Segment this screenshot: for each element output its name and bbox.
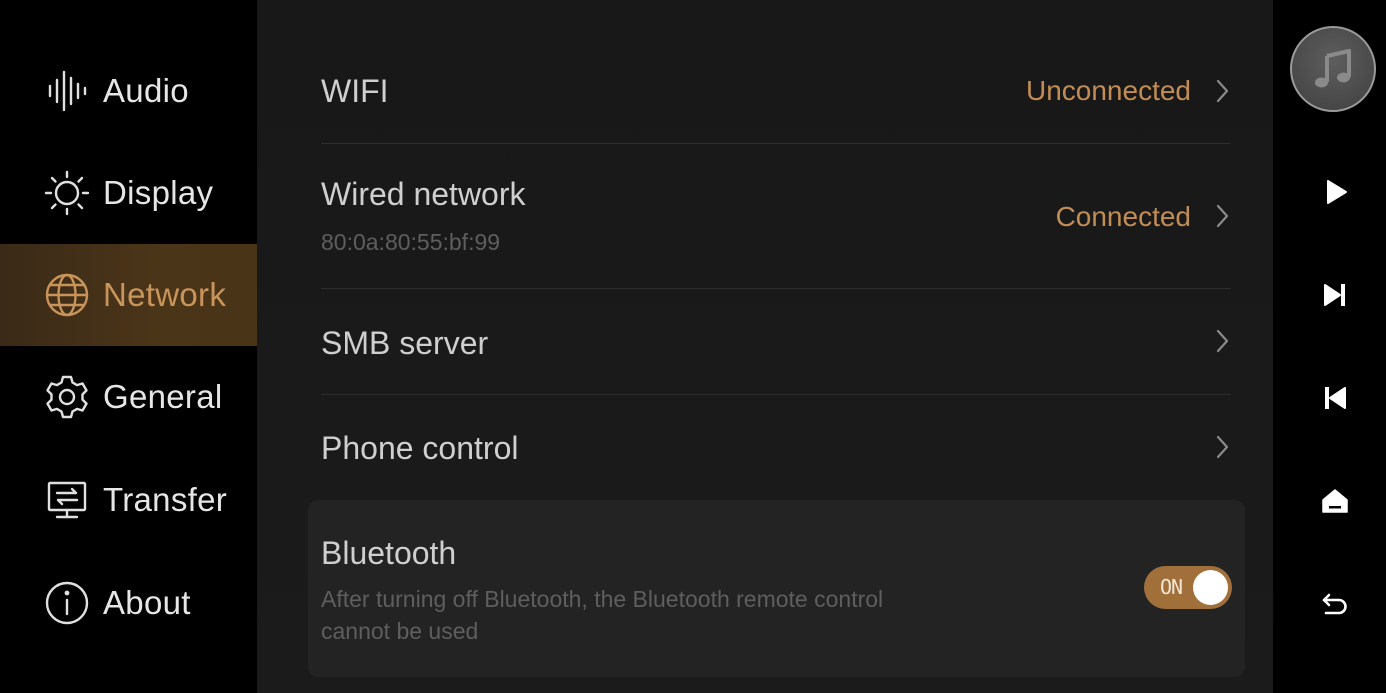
bluetooth-toggle[interactable]: ON: [1144, 566, 1232, 609]
transfer-monitor-icon: [44, 477, 90, 523]
phone-control-title: Phone control: [321, 430, 519, 466]
sun-icon: [44, 170, 90, 216]
audio-waveform-icon: [44, 68, 90, 114]
sidebar-item-display[interactable]: Display: [0, 142, 257, 244]
chevron-right-icon: [1213, 327, 1231, 355]
back-icon: [1322, 593, 1347, 615]
wifi-title: WIFI: [321, 73, 389, 109]
play-icon: [1327, 180, 1347, 204]
smb-server-row[interactable]: SMB server: [321, 289, 1231, 394]
sidebar-item-transfer[interactable]: Transfer: [0, 449, 257, 551]
wifi-row[interactable]: WIFI Unconnected: [321, 40, 1231, 142]
music-note-icon: [1315, 49, 1351, 88]
chevron-right-icon: [1213, 77, 1231, 105]
wired-network-row[interactable]: Wired network 80:0a:80:55:bf:99 Connecte…: [321, 144, 1231, 288]
bluetooth-card: Bluetooth After turning off Bluetooth, t…: [308, 500, 1245, 677]
sidebar-item-label: Network: [103, 276, 227, 313]
chevron-right-icon: [1213, 433, 1231, 461]
next-track-icon: [1324, 284, 1345, 306]
previous-track-icon: [1325, 387, 1346, 409]
chevron-right-icon: [1213, 202, 1231, 230]
toggle-knob: [1193, 570, 1228, 605]
sidebar-item-label: Display: [103, 174, 214, 211]
play-button[interactable]: [1313, 170, 1357, 214]
previous-track-button[interactable]: [1313, 376, 1357, 420]
bluetooth-description-line2: cannot be used: [321, 618, 479, 644]
globe-icon: [44, 272, 90, 318]
mac-address: 80:0a:80:55:bf:99: [321, 229, 501, 255]
wifi-status: Unconnected: [1025, 75, 1191, 106]
back-button[interactable]: [1313, 582, 1357, 626]
sidebar-item-label: Transfer: [103, 481, 228, 518]
network-settings-panel: WIFI Unconnected Wired network 80:0a:80:…: [257, 0, 1273, 693]
smb-server-title: SMB server: [321, 325, 489, 361]
wired-network-status: Connected: [1055, 201, 1191, 232]
sidebar-item-network[interactable]: Network: [0, 244, 257, 346]
wired-network-title: Wired network: [321, 176, 526, 212]
info-icon: [44, 580, 90, 626]
bluetooth-title: Bluetooth: [321, 535, 457, 571]
sidebar-item-audio[interactable]: Audio: [0, 40, 257, 142]
sidebar: Audio Display Network General Transfer A…: [0, 0, 257, 693]
sidebar-item-general[interactable]: General: [0, 346, 257, 448]
next-track-button[interactable]: [1313, 273, 1357, 317]
playback-controls: [1273, 0, 1386, 693]
now-playing-album-button[interactable]: [1290, 26, 1376, 112]
sidebar-item-about[interactable]: About: [0, 552, 257, 654]
sidebar-item-label: Audio: [103, 72, 189, 109]
gear-icon: [44, 374, 90, 420]
toggle-label: ON: [1160, 575, 1183, 599]
sidebar-item-label: General: [103, 378, 223, 415]
home-icon: [1322, 489, 1348, 513]
home-button[interactable]: [1313, 479, 1357, 523]
sidebar-item-label: About: [103, 584, 191, 621]
phone-control-row[interactable]: Phone control: [321, 395, 1231, 500]
bluetooth-description-line1: After turning off Bluetooth, the Bluetoo…: [321, 586, 884, 612]
